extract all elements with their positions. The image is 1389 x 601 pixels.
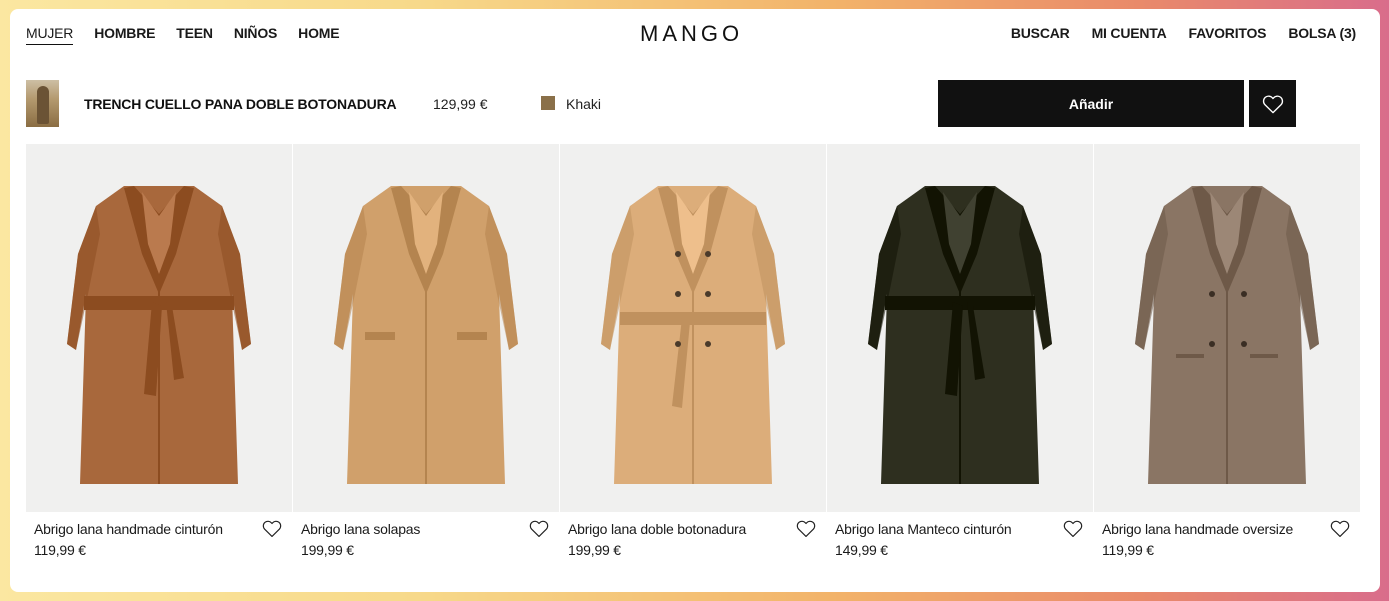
product-image[interactable] <box>827 144 1093 512</box>
browser-page: MUJER HOMBRE TEEN NIÑOS HOME MANGO BUSCA… <box>10 9 1380 592</box>
product-image[interactable] <box>293 144 559 512</box>
heart-outline-icon[interactable] <box>1330 519 1350 539</box>
nav-buscar[interactable]: BUSCAR <box>1011 24 1070 42</box>
product-price: 119,99 € <box>34 542 86 558</box>
heart-outline-icon[interactable] <box>1063 519 1083 539</box>
product-price: 129,99 € <box>433 96 488 112</box>
product-title: TRENCH CUELLO PANA DOBLE BOTONADURA <box>84 96 397 112</box>
product-name[interactable]: Abrigo lana solapas <box>301 521 420 537</box>
nav-hombre[interactable]: HOMBRE <box>94 24 155 45</box>
nav-mujer[interactable]: MUJER <box>26 24 73 45</box>
product-name[interactable]: Abrigo lana Manteco cinturón <box>835 521 1012 537</box>
product-price: 149,99 € <box>835 542 888 558</box>
product-thumbnail <box>26 80 59 127</box>
product-image[interactable] <box>560 144 826 512</box>
brand-logo[interactable]: MANGO <box>640 21 743 47</box>
product-name[interactable]: Abrigo lana doble botonadura <box>568 521 746 537</box>
product-card[interactable]: Abrigo lana handmade oversize 119,99 € <box>1094 144 1360 574</box>
nav-mi-cuenta[interactable]: MI CUENTA <box>1092 24 1167 42</box>
nav-favoritos[interactable]: FAVORITOS <box>1189 24 1267 42</box>
color-swatch[interactable] <box>541 96 555 110</box>
heart-outline-icon <box>1262 94 1283 113</box>
add-favorite-button[interactable] <box>1249 80 1296 127</box>
color-name: Khaki <box>566 96 602 112</box>
product-image[interactable] <box>1094 144 1360 512</box>
heart-outline-icon[interactable] <box>529 519 549 539</box>
product-price: 199,99 € <box>301 542 354 558</box>
heart-outline-icon[interactable] <box>796 519 816 539</box>
add-to-bag-button[interactable]: Añadir <box>938 80 1244 127</box>
account-nav: BUSCAR MI CUENTA FAVORITOS BOLSA (3) <box>1011 24 1356 42</box>
product-grid: Abrigo lana handmade cinturón 119,99 € Abr… <box>26 144 1360 574</box>
product-image[interactable] <box>26 144 292 512</box>
product-card[interactable]: Abrigo lana handmade cinturón 119,99 € <box>26 144 292 574</box>
sticky-product-bar: TRENCH CUELLO PANA DOBLE BOTONADURA 129,… <box>10 79 1380 129</box>
nav-ninos[interactable]: NIÑOS <box>234 24 278 45</box>
heart-outline-icon[interactable] <box>262 519 282 539</box>
product-card[interactable]: Abrigo lana solapas 199,99 € <box>293 144 559 574</box>
nav-teen[interactable]: TEEN <box>176 24 213 45</box>
product-card[interactable]: Abrigo lana Manteco cinturón 149,99 € <box>827 144 1093 574</box>
product-name[interactable]: Abrigo lana handmade oversize <box>1102 521 1293 537</box>
product-name[interactable]: Abrigo lana handmade cinturón <box>34 521 223 537</box>
product-card[interactable]: Abrigo lana doble botonadura 199,99 € <box>560 144 826 574</box>
category-nav: MUJER HOMBRE TEEN NIÑOS HOME <box>26 24 340 45</box>
nav-bolsa[interactable]: BOLSA (3) <box>1288 24 1356 42</box>
product-price: 199,99 € <box>568 542 621 558</box>
nav-home[interactable]: HOME <box>298 24 339 45</box>
product-price: 119,99 € <box>1102 542 1154 558</box>
top-navigation: MUJER HOMBRE TEEN NIÑOS HOME MANGO BUSCA… <box>10 9 1380 59</box>
